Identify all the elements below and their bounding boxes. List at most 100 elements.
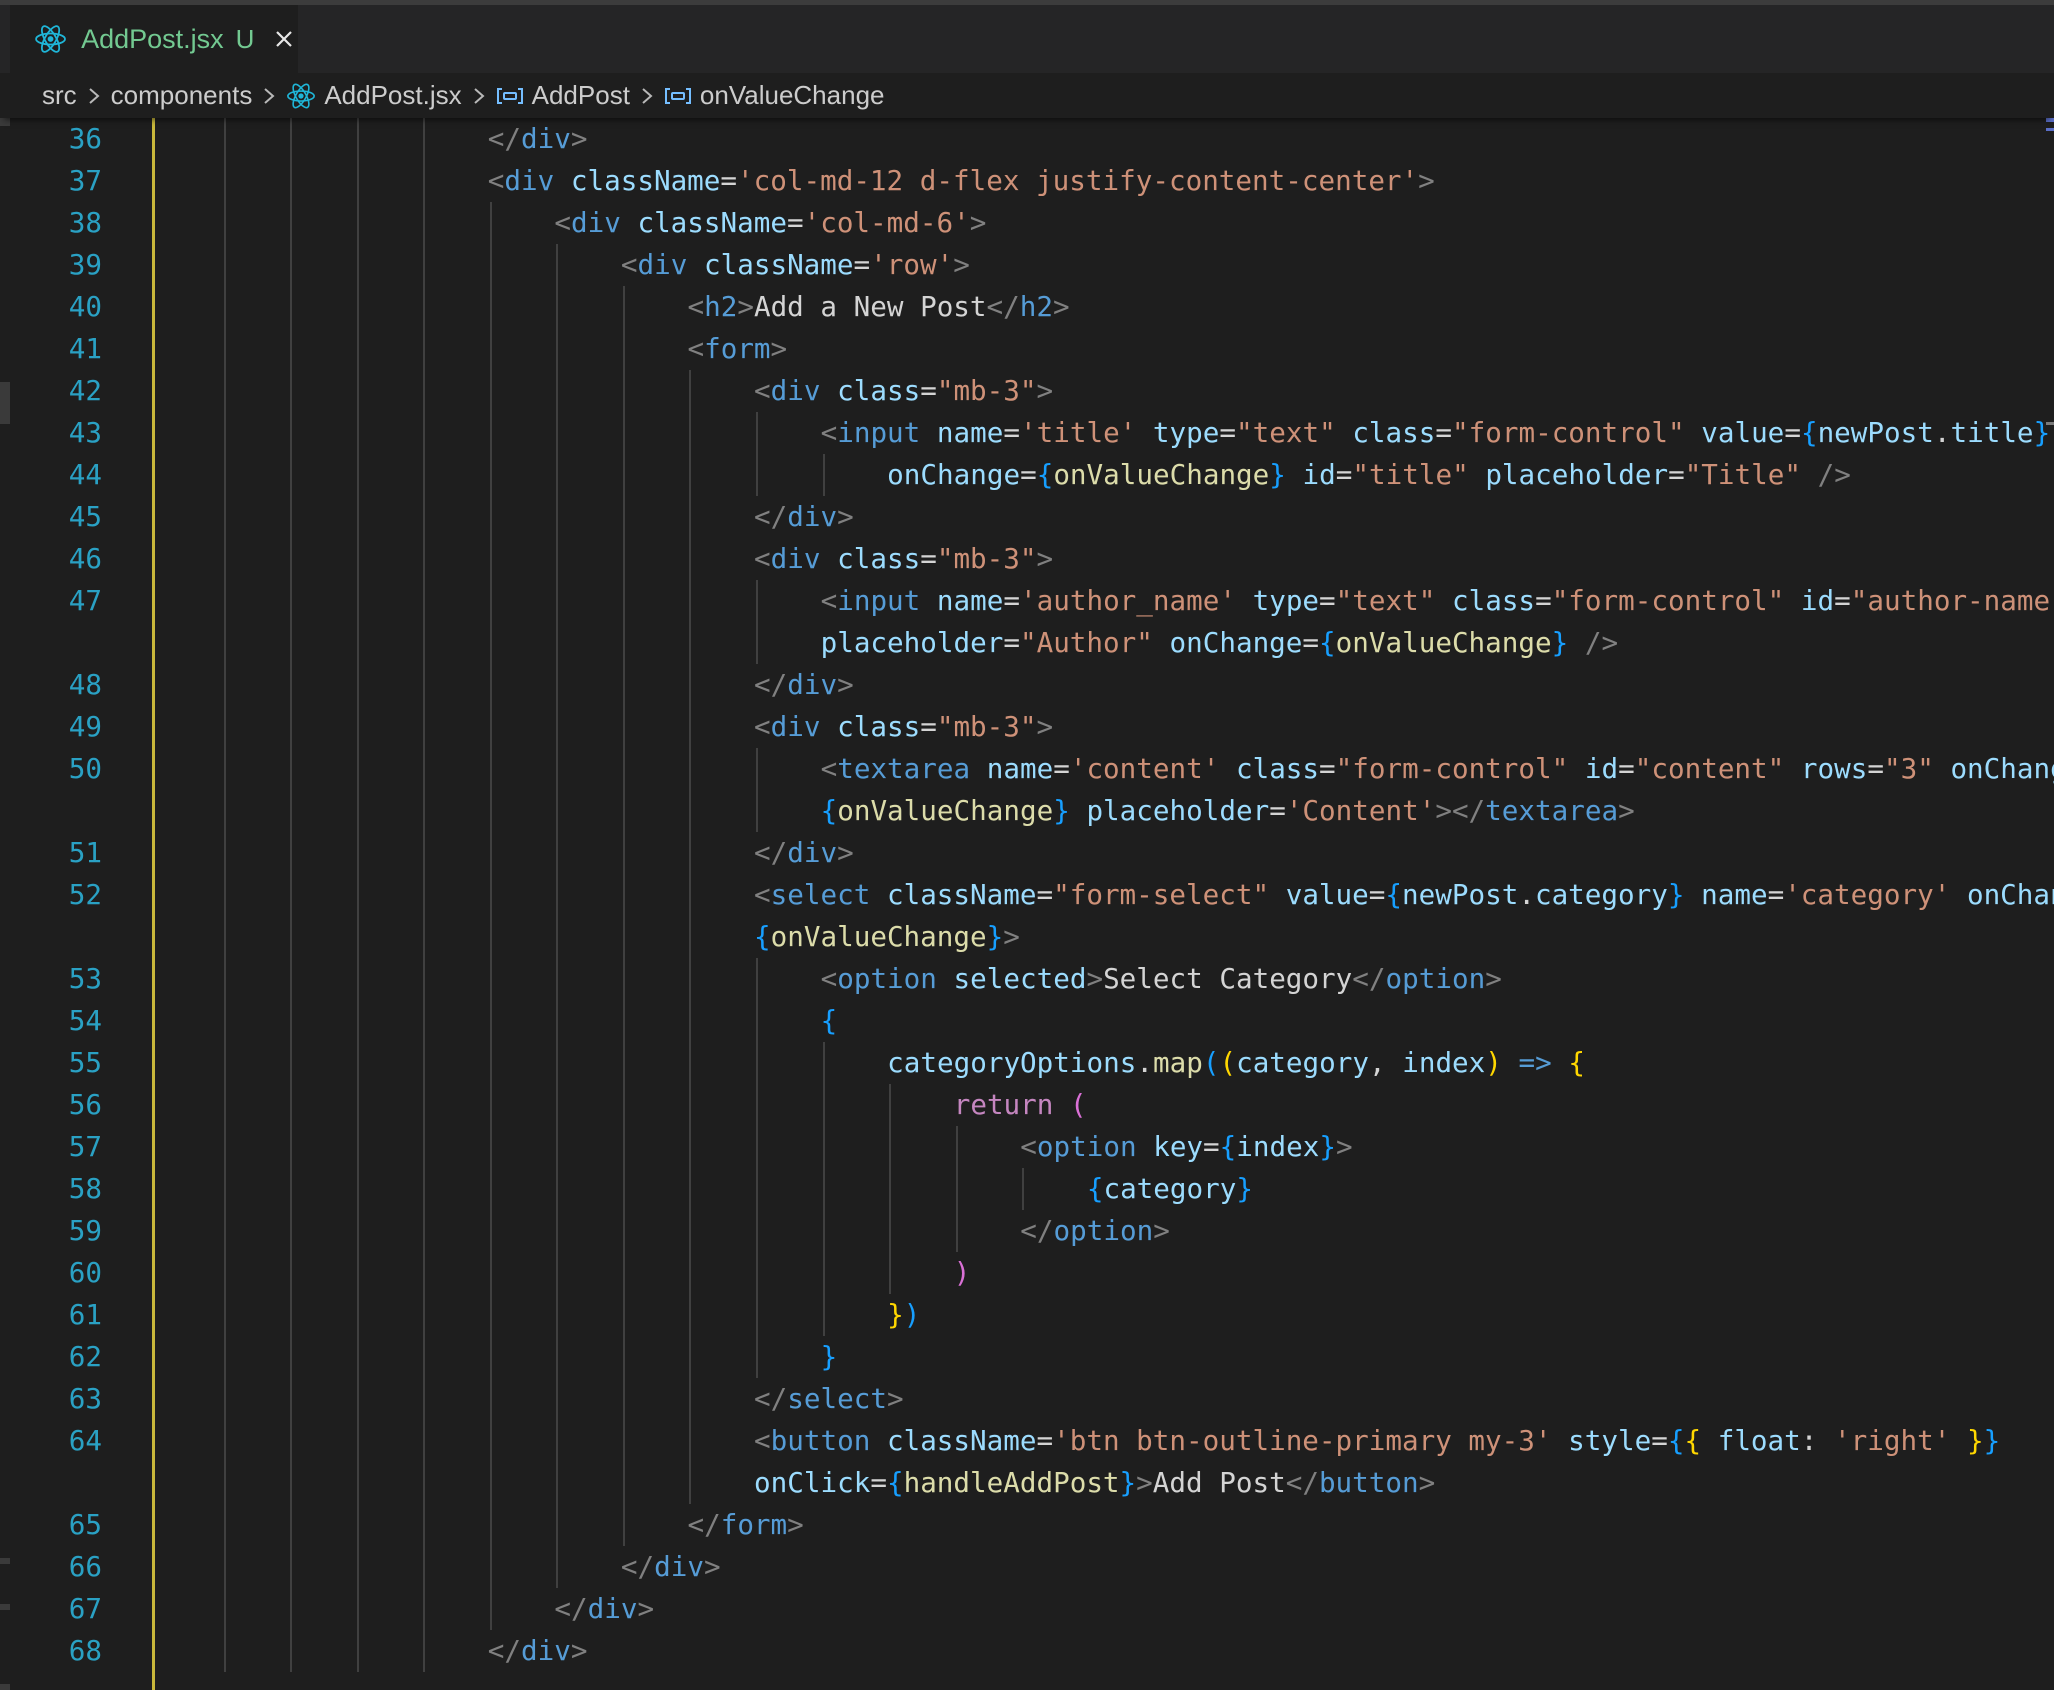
chevron-right-icon — [472, 86, 486, 106]
code-text: </div> — [488, 118, 588, 160]
code-editor[interactable]: 36 </div> 37 <div className='col-md-12 d-fl… — [0, 118, 2054, 1690]
code-token: form — [720, 1508, 788, 1541]
code-line[interactable]: 62} — [0, 1336, 2054, 1378]
code-token: select — [787, 1382, 887, 1415]
code-line[interactable]: 53 <option selected>Select Category</opti… — [0, 958, 2054, 1000]
tab-addpost[interactable]: AddPost.jsx U — [10, 5, 298, 73]
code-line[interactable]: 54 { — [0, 1000, 2054, 1042]
code-token: < — [620, 248, 638, 281]
code-token: 'title' — [1020, 416, 1137, 449]
code-token: category — [1103, 1172, 1237, 1205]
line-number: 40 — [68, 290, 102, 323]
code-text: onClick={handleAddPost}>Add Post</button… — [754, 1462, 1435, 1504]
code-line[interactable]: 44 onChange={onValueChange} id="title" pl… — [0, 454, 2054, 496]
code-line[interactable]: 66 </div> — [0, 1546, 2054, 1588]
code-line[interactable]: 58 {category} — [0, 1168, 2054, 1210]
code-token: < — [754, 878, 771, 911]
code-line[interactable]: 46 <div class="mb-3"> — [0, 538, 2054, 580]
code-line[interactable]: 64 <button className='btn btn-outline-pri… — [0, 1420, 2054, 1462]
code-token: = — [1867, 752, 1884, 785]
code-line[interactable]: 41 <form> — [0, 328, 2054, 370]
code-token: { — [820, 794, 838, 827]
code-token: </ — [487, 1634, 522, 1667]
code-line[interactable]: {onValueChange} placeholder='Content'></… — [0, 790, 2054, 832]
code-token: onChange — [1966, 878, 2054, 911]
code-token: = — [786, 206, 804, 239]
code-token: = — [920, 710, 937, 743]
line-number: 36 — [68, 122, 102, 155]
code-line[interactable]: 52 <select className="form-select" value=… — [0, 874, 2054, 916]
chevron-right-icon — [87, 86, 101, 106]
code-token: = — [1535, 584, 1552, 617]
code-line[interactable]: 45 </div> — [0, 496, 2054, 538]
code-line[interactable]: 63 </select> — [0, 1378, 2054, 1420]
code-line[interactable]: 61}) — [0, 1294, 2054, 1336]
code-line[interactable]: 39 <div className='row'> — [0, 244, 2054, 286]
code-line[interactable]: 57 <option key={index}> — [0, 1126, 2054, 1168]
code-line[interactable]: 36 </div> — [0, 118, 2054, 160]
close-icon[interactable] — [270, 24, 298, 54]
line-number: 52 — [68, 878, 102, 911]
code-token: 'right' — [1834, 1424, 1951, 1457]
code-line[interactable]: 60) — [0, 1252, 2054, 1294]
code-line[interactable]: placeholder="Author" onChange={onValueCh… — [0, 622, 2054, 664]
line-number: 38 — [68, 206, 102, 239]
code-line[interactable]: 40 <h2>Add a New Post</h2> — [0, 286, 2054, 328]
code-line[interactable]: 50 <textarea name='content' class="form-c… — [0, 748, 2054, 790]
code-line[interactable]: 48 </div> — [0, 664, 2054, 706]
line-number: 55 — [68, 1046, 102, 1079]
code-text: {category} — [1087, 1168, 1253, 1210]
code-token: category — [1534, 878, 1668, 911]
code-token: { — [754, 920, 771, 953]
code-token: = — [1036, 878, 1054, 911]
code-text: </div> — [754, 832, 854, 874]
code-token: h2 — [1019, 290, 1054, 323]
line-number: 66 — [68, 1550, 102, 1583]
code-line[interactable]: 43 <input name='title' type="text" class=… — [0, 412, 2054, 454]
code-line[interactable]: 56 return ( — [0, 1084, 2054, 1126]
code-line[interactable]: 67 </div> — [0, 1588, 2054, 1630]
code-text: <div className='row'> — [621, 244, 970, 286]
code-line[interactable]: 55 categoryOptions.map((category, index) … — [0, 1042, 2054, 1084]
breadcrumb-item-file[interactable]: AddPost.jsx — [324, 80, 461, 111]
code-text: }) — [887, 1294, 920, 1336]
code-token: > — [1036, 710, 1054, 743]
code-line[interactable]: onClick={handleAddPost}>Add Post</button… — [0, 1462, 2054, 1504]
code-line[interactable]: 47 <input name='author_name' type="text" … — [0, 580, 2054, 622]
code-line[interactable]: 37 <div className='col-md-12 d-flex justi… — [0, 160, 2054, 202]
code-token: "mb-3" — [936, 542, 1037, 575]
code-text: <h2>Add a New Post</h2> — [687, 286, 1069, 328]
code-line[interactable]: 59 </option> — [0, 1210, 2054, 1252]
code-token: { — [1568, 1046, 1586, 1079]
code-token: option — [837, 962, 937, 995]
code-line[interactable]: 68 </div> — [0, 1630, 2054, 1672]
code-token: div — [770, 374, 821, 407]
code-token: { — [1667, 1424, 1685, 1457]
code-line[interactable]: 38 <div className='col-md-6'> — [0, 202, 2054, 244]
code-token: key — [1153, 1130, 1204, 1163]
code-line[interactable]: 49 <div class="mb-3"> — [0, 706, 2054, 748]
code-token: style — [1568, 1424, 1652, 1457]
code-token: div — [587, 1592, 638, 1625]
code-token: { — [1219, 1130, 1237, 1163]
code-line[interactable]: 51 </div> — [0, 832, 2054, 874]
breadcrumb-item-src[interactable]: src — [42, 80, 77, 111]
code-token: div — [787, 836, 838, 869]
code-token: ></ — [1435, 794, 1486, 827]
breadcrumb-item-addpost[interactable]: AddPost — [532, 80, 630, 111]
code-line[interactable]: 65 </form> — [0, 1504, 2054, 1546]
code-text: return ( — [954, 1084, 1087, 1126]
line-number: 58 — [68, 1172, 102, 1205]
breadcrumb-item-components[interactable]: components — [111, 80, 253, 111]
code-line[interactable]: {onValueChange}> — [0, 916, 2054, 958]
line-number: 67 — [68, 1592, 102, 1625]
code-token: ( — [1070, 1088, 1087, 1121]
breadcrumb-item-onvaluechange[interactable]: onValueChange — [700, 80, 885, 111]
code-line[interactable]: 42 <div class="mb-3"> — [0, 370, 2054, 412]
